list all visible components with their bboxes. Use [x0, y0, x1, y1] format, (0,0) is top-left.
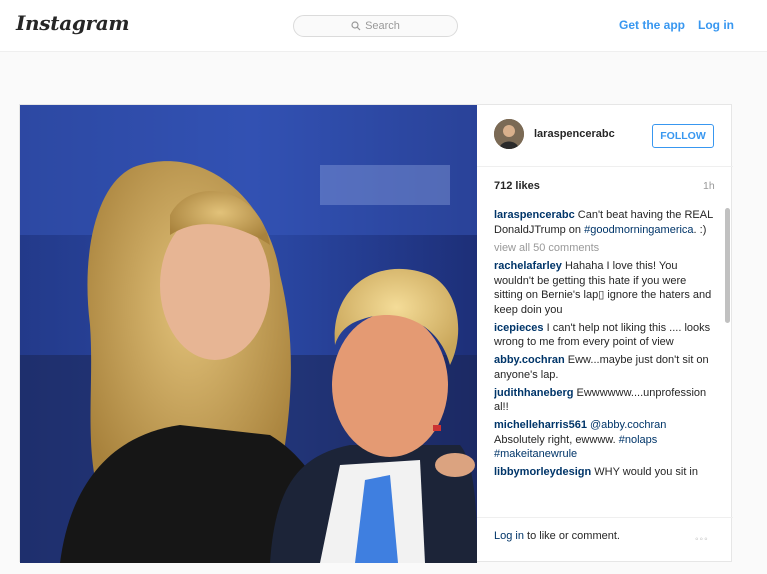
post-footer: Log in to like or comment. ◦◦◦ — [477, 517, 733, 563]
hashtag-link[interactable]: #goodmorningamerica — [584, 224, 693, 236]
list-item: rachelafarley Hahaha I love this! You wo… — [494, 259, 714, 317]
post-time[interactable]: 1h — [703, 180, 715, 192]
login-prompt: Log in to like or comment. — [494, 530, 620, 542]
comment-text: WHY would you sit in — [594, 466, 698, 478]
comment-username[interactable]: icepieces — [494, 322, 544, 334]
comments-scrollbar[interactable] — [725, 208, 730, 511]
view-all-comments-link[interactable]: view all 50 comments — [494, 241, 714, 256]
comment-username[interactable]: abby.cochran — [494, 354, 565, 366]
caption: laraspencerabc Can't beat having the REA… — [494, 208, 714, 237]
get-the-app-link[interactable]: Get the app — [619, 18, 685, 32]
scrollbar-thumb[interactable] — [725, 208, 730, 323]
comment-username[interactable]: rachelafarley — [494, 260, 562, 272]
list-item: michelleharris561 @abby.cochran Absolute… — [494, 418, 714, 462]
list-item: icepieces I can't help not liking this .… — [494, 321, 714, 350]
comment-username[interactable]: libbymorleydesign — [494, 466, 591, 478]
follow-button[interactable]: FOLLOW — [652, 124, 714, 148]
post-header: laraspencerabc FOLLOW — [477, 105, 733, 167]
login-link[interactable]: Log in — [698, 18, 734, 32]
avatar[interactable] — [494, 119, 524, 149]
comment-username[interactable]: judithhaneberg — [494, 387, 573, 399]
list-item: abby.cochran Eww...maybe just don't sit … — [494, 353, 714, 382]
comments-list: laraspencerabc Can't beat having the REA… — [494, 208, 714, 511]
comment-username[interactable]: michelleharris561 — [494, 419, 587, 431]
top-navigation-bar: Instagram Search Get the app Log in — [0, 0, 767, 52]
mention-link[interactable]: @abby.cochran — [590, 419, 666, 431]
list-item: judithhaneberg Ewwwwww....unprofession a… — [494, 386, 714, 415]
search-input[interactable]: Search — [293, 15, 458, 37]
footer-login-link[interactable]: Log in — [494, 530, 524, 542]
search-icon — [351, 21, 361, 31]
footer-text: to like or comment. — [523, 530, 620, 542]
hashtag-link[interactable]: #makeitanewrule — [494, 448, 577, 460]
hashtag-link[interactable]: #nolaps — [619, 434, 658, 446]
post-card: laraspencerabc FOLLOW 712 likes 1h laras… — [19, 104, 733, 563]
likes-count[interactable]: 712 likes — [494, 180, 540, 192]
comment-text: Absolutely right, ewwww. — [494, 433, 619, 446]
post-username[interactable]: laraspencerabc — [534, 128, 615, 140]
more-options-icon[interactable]: ◦◦◦ — [695, 534, 709, 545]
caption-end: . :) — [693, 223, 707, 236]
post-photo[interactable] — [20, 105, 477, 563]
caption-username[interactable]: laraspencerabc — [494, 209, 575, 221]
instagram-logo[interactable]: Instagram — [16, 11, 130, 35]
post-sidebar: laraspencerabc FOLLOW 712 likes 1h laras… — [477, 105, 733, 563]
search-placeholder: Search — [365, 20, 400, 32]
list-item: libbymorleydesign WHY would you sit in — [494, 465, 714, 480]
